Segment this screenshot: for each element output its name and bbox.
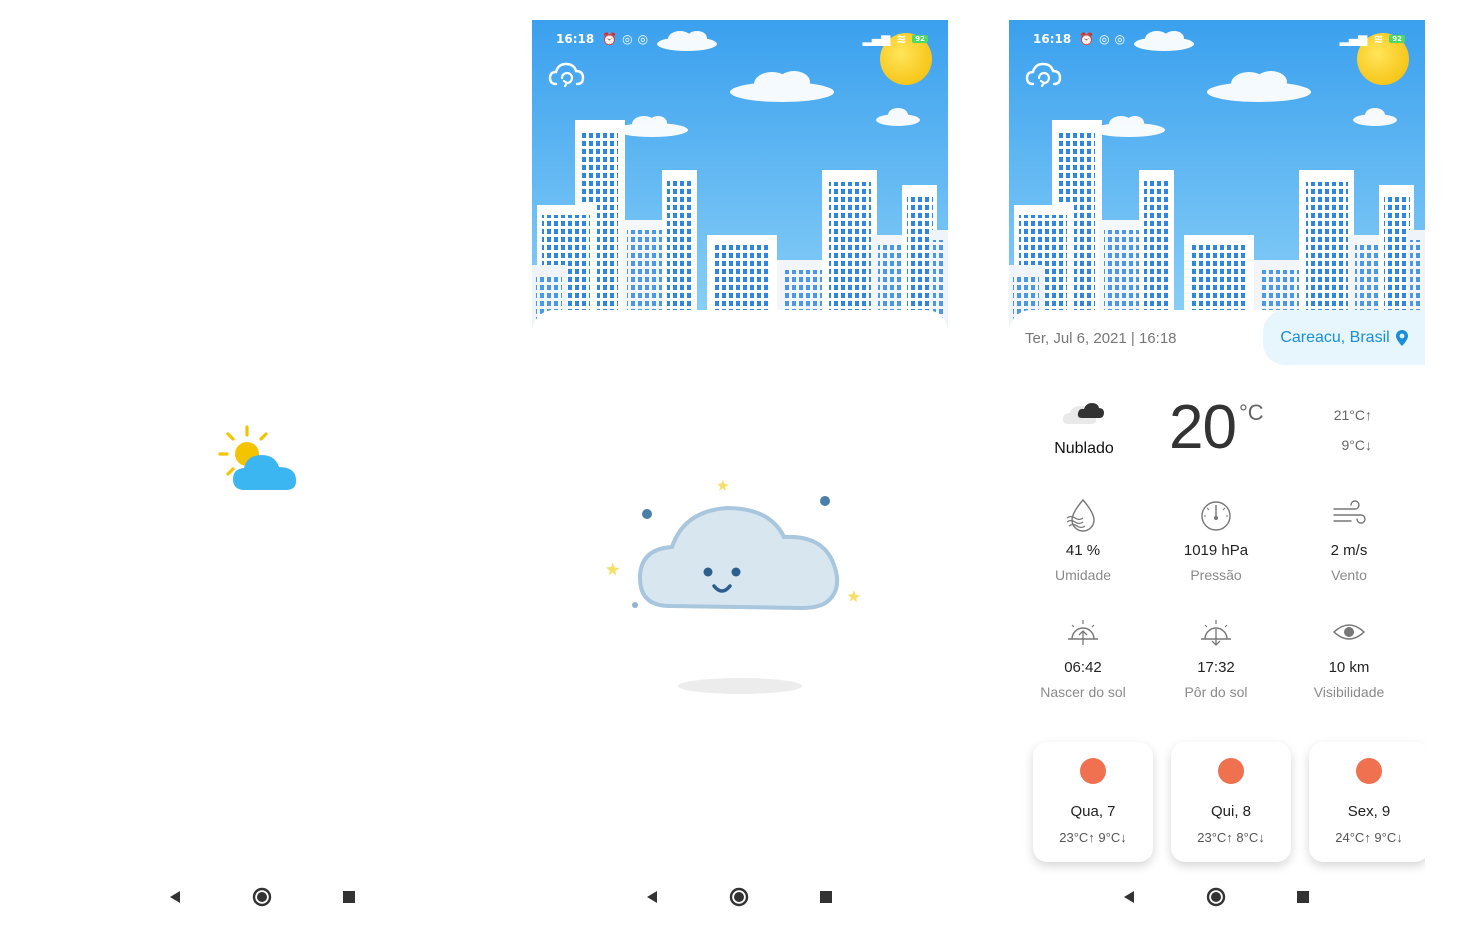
- app-logo-icon[interactable]: [546, 58, 588, 92]
- alarm-icon: ⏰: [1079, 32, 1095, 46]
- loading-cloud-image: [606, 479, 861, 694]
- back-button[interactable]: [632, 877, 672, 917]
- navigation-bar: [1009, 877, 1425, 917]
- pressure-label: Pressão: [1190, 567, 1242, 583]
- back-icon: [1124, 891, 1134, 903]
- back-button[interactable]: [1109, 877, 1149, 917]
- temperature-unit: °C: [1239, 400, 1264, 425]
- cloudy-icon: [1062, 403, 1104, 424]
- signal-icon: ▂▄▆: [1339, 32, 1368, 46]
- sunset-icon: [1201, 620, 1231, 646]
- content-card: [532, 310, 948, 370]
- location-status-icon: ◎: [637, 32, 649, 46]
- wifi-icon: ≋: [896, 32, 907, 46]
- min-temperature: 9°C↓: [1341, 437, 1373, 453]
- wifi-icon: ≋: [1373, 32, 1384, 46]
- sunrise-icon: [1068, 620, 1098, 645]
- recent-apps-button[interactable]: [329, 877, 369, 917]
- current-temperature: 20: [1169, 393, 1237, 462]
- wind-stat: 2 m/s Vento: [1294, 498, 1404, 583]
- location-button[interactable]: Careacu, Brasil: [1263, 310, 1425, 365]
- location-status-icon: ◎: [1114, 32, 1126, 46]
- forecast-range: 23°C↑ 9°C↓: [1059, 830, 1127, 845]
- splash-screen: [55, 20, 471, 941]
- status-bar: 16:18 ⏰ ◎ ◎ ▂▄▆ ≋ 92: [556, 30, 928, 48]
- sunny-icon: [1218, 758, 1244, 784]
- sync-icon: ◎: [622, 32, 633, 46]
- home-icon: [252, 887, 272, 907]
- location-label: Careacu, Brasil: [1280, 328, 1390, 346]
- weather-screen: 16:18 ⏰ ◎ ◎ ▂▄▆ ≋ 92 Ter, Jul 6, 2021 | …: [1009, 20, 1425, 941]
- header-illustration: 16:18 ⏰ ◎ ◎ ▂▄▆ ≋ 92: [532, 20, 948, 340]
- battery-icon: 92: [912, 35, 928, 43]
- alarm-icon: ⏰: [602, 32, 618, 46]
- visibility-stat: 10 km Visibilidade: [1294, 615, 1404, 700]
- signal-icon: ▂▄▆: [862, 32, 891, 46]
- recent-apps-icon: [1297, 891, 1309, 903]
- back-icon: [647, 891, 657, 903]
- battery-icon: 92: [1389, 35, 1405, 43]
- sunny-icon: [1080, 758, 1106, 784]
- forecast-day: Qua, 7: [1070, 803, 1116, 820]
- home-button[interactable]: [719, 877, 759, 917]
- date-location-row: Ter, Jul 6, 2021 | 16:18 Careacu, Brasil: [1009, 310, 1425, 366]
- humidity-stat: 41 % Umidade: [1028, 498, 1138, 583]
- back-button[interactable]: [155, 877, 195, 917]
- forecast-day: Qui, 8: [1210, 803, 1252, 820]
- sunrise-value: 06:42: [1064, 659, 1102, 676]
- status-time: 16:18: [1033, 32, 1072, 46]
- sunrise-label: Nascer do sol: [1040, 684, 1126, 700]
- home-button[interactable]: [242, 877, 282, 917]
- humidity-value: 41 %: [1065, 542, 1101, 559]
- visibility-label: Visibilidade: [1313, 684, 1385, 700]
- condition-label: Nublado: [1054, 440, 1114, 457]
- forecast-day: Sex, 9: [1347, 803, 1391, 820]
- recent-apps-icon: [343, 891, 355, 903]
- navigation-bar: [532, 877, 948, 917]
- forecast-card-wed[interactable]: Qua, 7 23°C↑ 9°C↓: [1033, 742, 1153, 862]
- back-icon: [170, 891, 180, 903]
- current-condition: Nublado: [1039, 398, 1129, 458]
- status-time: 16:18: [556, 32, 595, 46]
- wind-value: 2 m/s: [1330, 542, 1368, 559]
- header-illustration: 16:18 ⏰ ◎ ◎ ▂▄▆ ≋ 92: [1009, 20, 1425, 340]
- sunset-value: 17:32: [1197, 659, 1235, 676]
- recent-apps-icon: [820, 891, 832, 903]
- visibility-value: 10 km: [1328, 659, 1370, 676]
- status-bar: 16:18 ⏰ ◎ ◎ ▂▄▆ ≋ 92: [1033, 30, 1405, 48]
- recent-apps-button[interactable]: [1283, 877, 1323, 917]
- max-temperature: 21°C↑: [1333, 407, 1372, 423]
- pressure-value: 1019 hPa: [1183, 542, 1249, 559]
- city-skyline-image: [532, 20, 948, 340]
- min-max-temperature: 21°C↑ 9°C↓: [1327, 400, 1372, 460]
- forecast-range: 23°C↑ 8°C↓: [1197, 830, 1265, 845]
- sunrise-stat: 06:42 Nascer do sol: [1028, 615, 1138, 700]
- date-time-label: Ter, Jul 6, 2021 | 16:18: [1025, 330, 1177, 347]
- wind-label: Vento: [1331, 567, 1367, 583]
- pressure-gauge-icon: [1201, 501, 1231, 531]
- home-icon: [1206, 887, 1226, 907]
- wind-icon: [1333, 500, 1366, 524]
- sync-icon: ◎: [1099, 32, 1110, 46]
- humidity-icon: [1066, 498, 1095, 532]
- city-skyline-image: [1009, 20, 1425, 340]
- forecast-card-fri[interactable]: Sex, 9 24°C↑ 9°C↓: [1309, 742, 1425, 862]
- home-icon: [729, 887, 749, 907]
- navigation-bar: [55, 877, 471, 917]
- forecast-card-thu[interactable]: Qui, 8 23°C↑ 8°C↓: [1171, 742, 1291, 862]
- eye-icon: [1332, 624, 1366, 640]
- partly-sunny-icon: [218, 425, 297, 490]
- sunny-icon: [1356, 758, 1382, 784]
- pressure-stat: 1019 hPa Pressão: [1161, 498, 1271, 583]
- home-button[interactable]: [1196, 877, 1236, 917]
- sunset-stat: 17:32 Pôr do sol: [1161, 615, 1271, 700]
- app-logo-icon[interactable]: [1023, 58, 1065, 92]
- loading-screen: 16:18 ⏰ ◎ ◎ ▂▄▆ ≋ 92: [532, 20, 948, 941]
- humidity-label: Umidade: [1054, 567, 1112, 583]
- forecast-range: 24°C↑ 9°C↓: [1335, 830, 1403, 845]
- map-pin-icon: [1395, 329, 1408, 346]
- recent-apps-button[interactable]: [806, 877, 846, 917]
- sunset-label: Pôr do sol: [1184, 684, 1248, 700]
